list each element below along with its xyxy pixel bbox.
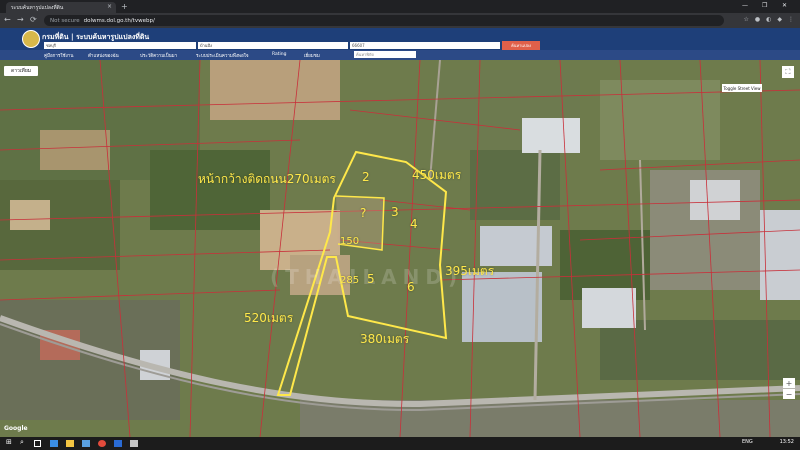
parcel-number-value: 66607 (352, 43, 365, 48)
search-parcel-button[interactable]: ค้นหาแปลง (502, 41, 540, 50)
browser-tab-bar: ระบบค้นหารูปแปลงที่ดิน × + — ❐ ✕ (0, 0, 800, 13)
chrome-icon[interactable] (98, 440, 106, 447)
extension-icon[interactable]: ◆ (777, 16, 782, 23)
word-icon[interactable] (114, 440, 122, 447)
my-location-link[interactable]: ตำแหน่งของฉัน (88, 52, 119, 59)
clock[interactable]: 13:52 (780, 439, 794, 445)
street-view-toggle[interactable]: Toggle Street View (722, 84, 762, 92)
zoom-out-button[interactable]: − (783, 389, 795, 399)
task-view-icon[interactable] (34, 440, 41, 447)
browser-menu-icon[interactable]: ⋮ (788, 16, 794, 23)
side-520-label: 520เมตร (244, 311, 294, 325)
window-close-icon[interactable]: ✕ (782, 2, 787, 9)
browser-tab[interactable]: ระบบค้นหารูปแปลงที่ดิน × (6, 2, 116, 13)
back-icon[interactable]: ← (4, 15, 11, 24)
map-imagery (0, 60, 800, 437)
minimize-icon[interactable]: — (742, 2, 748, 9)
fullscreen-icon[interactable]: ⛶ (782, 66, 794, 78)
extension-icon[interactable]: ◐ (766, 16, 771, 23)
extensions-row: ☆ ● ◐ ◆ ⋮ (743, 16, 794, 23)
plot-4-label: 4 (410, 217, 418, 231)
plot-6-label: 6 (407, 280, 415, 294)
plot-3-label: 3 (391, 205, 399, 219)
manual-link[interactable]: คู่มือการใช้งาน (44, 52, 73, 59)
plot-285-label: 285 (340, 275, 360, 286)
forward-icon[interactable]: → (17, 15, 24, 24)
tab-close-icon[interactable]: × (107, 3, 112, 10)
extension-icon[interactable]: ● (755, 16, 760, 23)
url-text: dolwms.dol.go.th/tvwebp/ (83, 17, 155, 24)
address-bar: ← → ⟳ Not secure dolwms.dol.go.th/tvwebp… (0, 13, 800, 28)
coordinate-search-input[interactable]: ค้นหาพิกัด (354, 51, 416, 58)
new-tab-icon[interactable]: + (121, 2, 128, 11)
store-icon[interactable] (82, 440, 90, 447)
province-select-value: ชลบุรี (46, 43, 56, 48)
zoom-in-button[interactable]: + (783, 378, 795, 388)
side-380-label: 380เมตร (360, 332, 410, 346)
tab-title: ระบบค้นหารูปแปลงที่ดิน (11, 4, 64, 11)
department-seal-logo (22, 30, 40, 48)
parcel-number-input[interactable]: 66607 (350, 42, 500, 49)
district-select[interactable]: บ้านบึง (198, 42, 348, 49)
province-select[interactable]: ชลบุรี (44, 42, 196, 49)
side-395-label: 395เมตร (445, 264, 495, 278)
satisfaction-link[interactable]: ระบบประเมินความพึงพอใจ (196, 52, 249, 59)
edge-icon[interactable] (50, 440, 58, 447)
coordinate-placeholder: ค้นหาพิกัด (356, 52, 374, 57)
start-icon[interactable]: ⊞ (6, 438, 12, 446)
google-attribution: Google (4, 425, 28, 432)
app-icon[interactable] (130, 440, 138, 447)
district-select-value: บ้านบึง (200, 43, 213, 48)
maximize-icon[interactable]: ❐ (762, 2, 767, 9)
plot-150-label: 150 (340, 236, 360, 247)
plot-unknown-label: ? (360, 206, 367, 220)
satellite-map[interactable]: (THAILAND) หน้ากว้างติดถนน270เมตร 450เมต… (0, 60, 800, 437)
rating-link[interactable]: Rating (272, 52, 287, 57)
frontage-label: หน้ากว้างติดถนน270เมตร (198, 172, 336, 186)
plot-2-label: 2 (362, 170, 370, 184)
file-explorer-icon[interactable] (66, 440, 74, 447)
language-indicator[interactable]: ENG (742, 439, 753, 445)
side-450-label: 450เมตร (412, 168, 462, 182)
history-link[interactable]: ประวัติความเป็นมา (140, 52, 177, 59)
url-field[interactable]: Not secure dolwms.dol.go.th/tvwebp/ (44, 15, 724, 26)
not-secure-label: Not secure (50, 17, 80, 24)
visits-label: เยี่ยมชม (304, 54, 320, 59)
taskbar-search-icon[interactable]: ⌕ (20, 438, 24, 447)
plot-5-label: 5 (367, 272, 375, 286)
reload-icon[interactable]: ⟳ (30, 15, 37, 24)
bookmark-star-icon[interactable]: ☆ (743, 16, 748, 23)
map-type-button[interactable]: ดาวเทียม (4, 66, 38, 76)
